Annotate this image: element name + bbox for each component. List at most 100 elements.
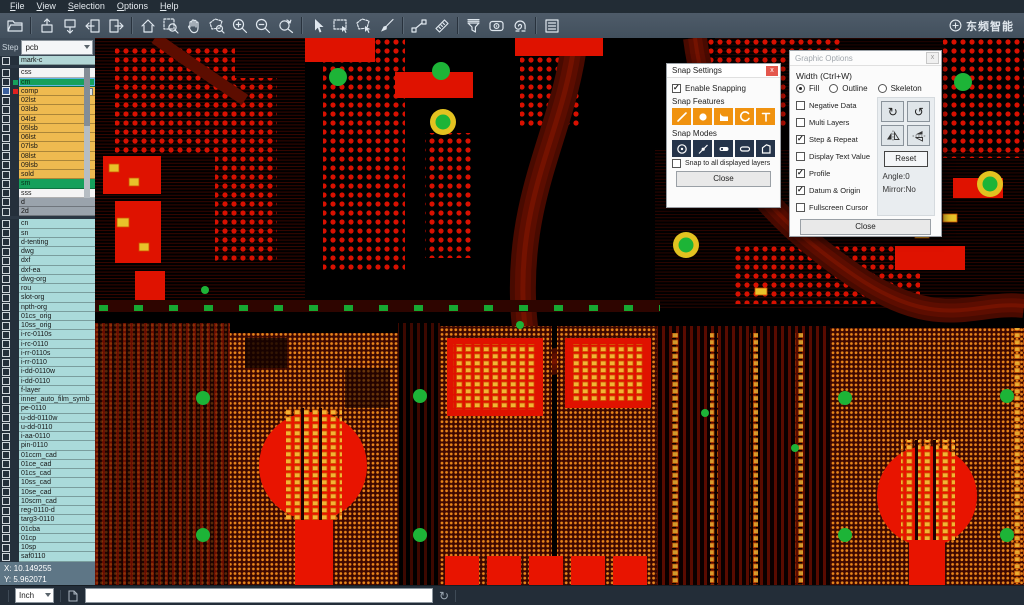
layer-visibility-checkbox[interactable] (0, 247, 12, 256)
layer-row-i-rc-0110[interactable]: i-rc-0110 (0, 340, 95, 349)
layer-visibility-checkbox[interactable] (0, 488, 12, 497)
zoom-in-button[interactable] (228, 15, 251, 36)
layer-visibility-checkbox[interactable] (0, 219, 12, 228)
layer-visibility-checkbox[interactable] (0, 124, 12, 133)
layer-row-03lsb[interactable]: 03lsb (0, 105, 95, 114)
open-folder-button[interactable] (3, 15, 26, 36)
rotate-ccw-button[interactable]: ↺ (907, 101, 930, 122)
layer-visibility-checkbox[interactable] (0, 115, 12, 124)
mode-center-button[interactable] (672, 140, 691, 157)
layer-row-d[interactable]: d (0, 198, 95, 207)
layer-row-dxf-ea[interactable]: dxf-ea (0, 266, 95, 275)
checkbox-datum-origin[interactable]: Datum & Origin (796, 182, 875, 199)
snap-close-button[interactable]: Close (676, 171, 771, 187)
layer-row-10se_cad[interactable]: 10se_cad (0, 488, 95, 497)
layer-row-i-dd-0110[interactable]: i-dd-0110 (0, 377, 95, 386)
layer-row-css[interactable]: css (0, 68, 95, 77)
unit-dropdown[interactable]: Inch (15, 588, 54, 603)
layer-visibility-checkbox[interactable] (0, 78, 12, 87)
layer-row-06lst[interactable]: 06lst (0, 133, 95, 142)
zoom-reset-button[interactable] (274, 15, 297, 36)
snap-all-layers-checkbox[interactable]: Snap to all displayed layers (672, 159, 775, 168)
layer-row-2d[interactable]: 2d (0, 207, 95, 216)
layer-row-01ccm_cad[interactable]: 01ccm_cad (0, 451, 95, 460)
layer-row-10sp[interactable]: 10sp (0, 543, 95, 552)
layer-visibility-checkbox[interactable] (0, 189, 12, 198)
measure-button[interactable] (430, 15, 453, 36)
rotate-cw-button[interactable]: ↻ (881, 101, 904, 122)
menu-item-options[interactable]: Options (111, 0, 154, 13)
zoom-out-button[interactable] (251, 15, 274, 36)
layer-row-targ3-0110[interactable]: targ3-0110 (0, 515, 95, 524)
layer-row-npth-org[interactable]: npth-org (0, 303, 95, 312)
layer-row-10scm_cad[interactable]: 10scm_cad (0, 497, 95, 506)
zoom-window-button[interactable] (159, 15, 182, 36)
layer-visibility-checkbox[interactable] (0, 478, 12, 487)
graphic-options-titlebar[interactable]: Graphic Options x (790, 51, 941, 66)
layer-visibility-checkbox[interactable] (0, 460, 12, 469)
layer-row-comp[interactable]: comp (0, 87, 95, 96)
layer-visibility-checkbox[interactable] (0, 506, 12, 515)
layer-visibility-checkbox[interactable] (0, 321, 12, 330)
layer-row-pin-0110[interactable]: pin-0110 (0, 441, 95, 450)
layer-visibility-checkbox[interactable] (0, 170, 12, 179)
snap-arc-button[interactable] (735, 108, 754, 125)
checkbox-step-repeat[interactable]: Step & Repeat (796, 131, 875, 148)
select-rect-button[interactable] (329, 15, 352, 36)
layer-row-cn[interactable]: cn (0, 219, 95, 228)
layer-visibility-checkbox[interactable] (0, 367, 12, 376)
layer-visibility-checkbox[interactable] (0, 68, 12, 77)
layer-row-dxf[interactable]: dxf (0, 256, 95, 265)
layer-visibility-checkbox[interactable] (0, 497, 12, 506)
mode-slot-outline-button[interactable] (735, 140, 754, 157)
layer-row-01cs_cad[interactable]: 01cs_cad (0, 469, 95, 478)
snap-text-button[interactable] (756, 108, 775, 125)
layer-visibility-checkbox[interactable] (0, 515, 12, 524)
layer-visibility-checkbox[interactable] (0, 229, 12, 238)
layer-visibility-checkbox[interactable] (0, 552, 12, 561)
layer-visibility-checkbox[interactable] (0, 266, 12, 275)
layer-visibility-checkbox[interactable] (0, 377, 12, 386)
layer-visibility-checkbox[interactable] (0, 469, 12, 478)
layer-visibility-checkbox[interactable] (0, 198, 12, 207)
snap-settings-titlebar[interactable]: Snap Settings x (667, 64, 780, 78)
layer-row-d-tenting[interactable]: d-tenting (0, 238, 95, 247)
snap-button[interactable] (508, 15, 531, 36)
enable-snapping-checkbox[interactable]: Enable Snapping (672, 84, 775, 93)
layer-row-sold[interactable]: sold (0, 170, 95, 179)
menu-item-selection[interactable]: Selection (62, 0, 111, 13)
step-dropdown[interactable]: pcb (21, 40, 93, 55)
layer-visibility-checkbox[interactable] (0, 293, 12, 302)
layer-visibility-checkbox[interactable] (0, 330, 12, 339)
mirror-h-button[interactable] (881, 125, 904, 146)
layer-visibility-checkbox[interactable] (0, 87, 12, 96)
layer-visibility-checkbox[interactable] (0, 441, 12, 450)
layer-row-01ce_cad[interactable]: 01ce_cad (0, 460, 95, 469)
layer-visibility-checkbox[interactable] (0, 96, 12, 105)
line-tool-button[interactable] (407, 15, 430, 36)
layer-visibility-checkbox[interactable] (0, 105, 12, 114)
layer-visibility-checkbox[interactable] (0, 432, 12, 441)
layer-row-saf0110[interactable]: saf0110 (0, 552, 95, 561)
import-button[interactable] (35, 15, 58, 36)
layer-visibility-checkbox[interactable] (0, 404, 12, 413)
layer-visibility-checkbox[interactable] (0, 349, 12, 358)
close-icon[interactable]: x (766, 66, 778, 76)
layer-row-reg-0110-d[interactable]: reg-0110-d (0, 506, 95, 515)
pan-button[interactable] (182, 15, 205, 36)
menu-item-view[interactable]: View (31, 0, 62, 13)
layer-row-sm[interactable]: sm (0, 179, 95, 188)
layer-row-01cs_orig[interactable]: 01cs_orig (0, 312, 95, 321)
layer-visibility-checkbox[interactable] (0, 179, 12, 188)
layer-visibility-checkbox[interactable] (0, 451, 12, 460)
layer-list-scrollbar[interactable] (84, 68, 90, 198)
layer-row-rou[interactable]: rou (0, 284, 95, 293)
layer-visibility-checkbox[interactable] (0, 56, 12, 65)
mode-corner-button[interactable] (756, 140, 775, 157)
layer-visibility-checkbox[interactable] (0, 340, 12, 349)
menu-item-file[interactable]: File (4, 0, 31, 13)
layer-visibility-checkbox[interactable] (0, 358, 12, 367)
new-page-icon[interactable] (67, 590, 79, 602)
layer-row-i-rc-0110s[interactable]: i-rc-0110s (0, 330, 95, 339)
filter-button[interactable] (462, 15, 485, 36)
